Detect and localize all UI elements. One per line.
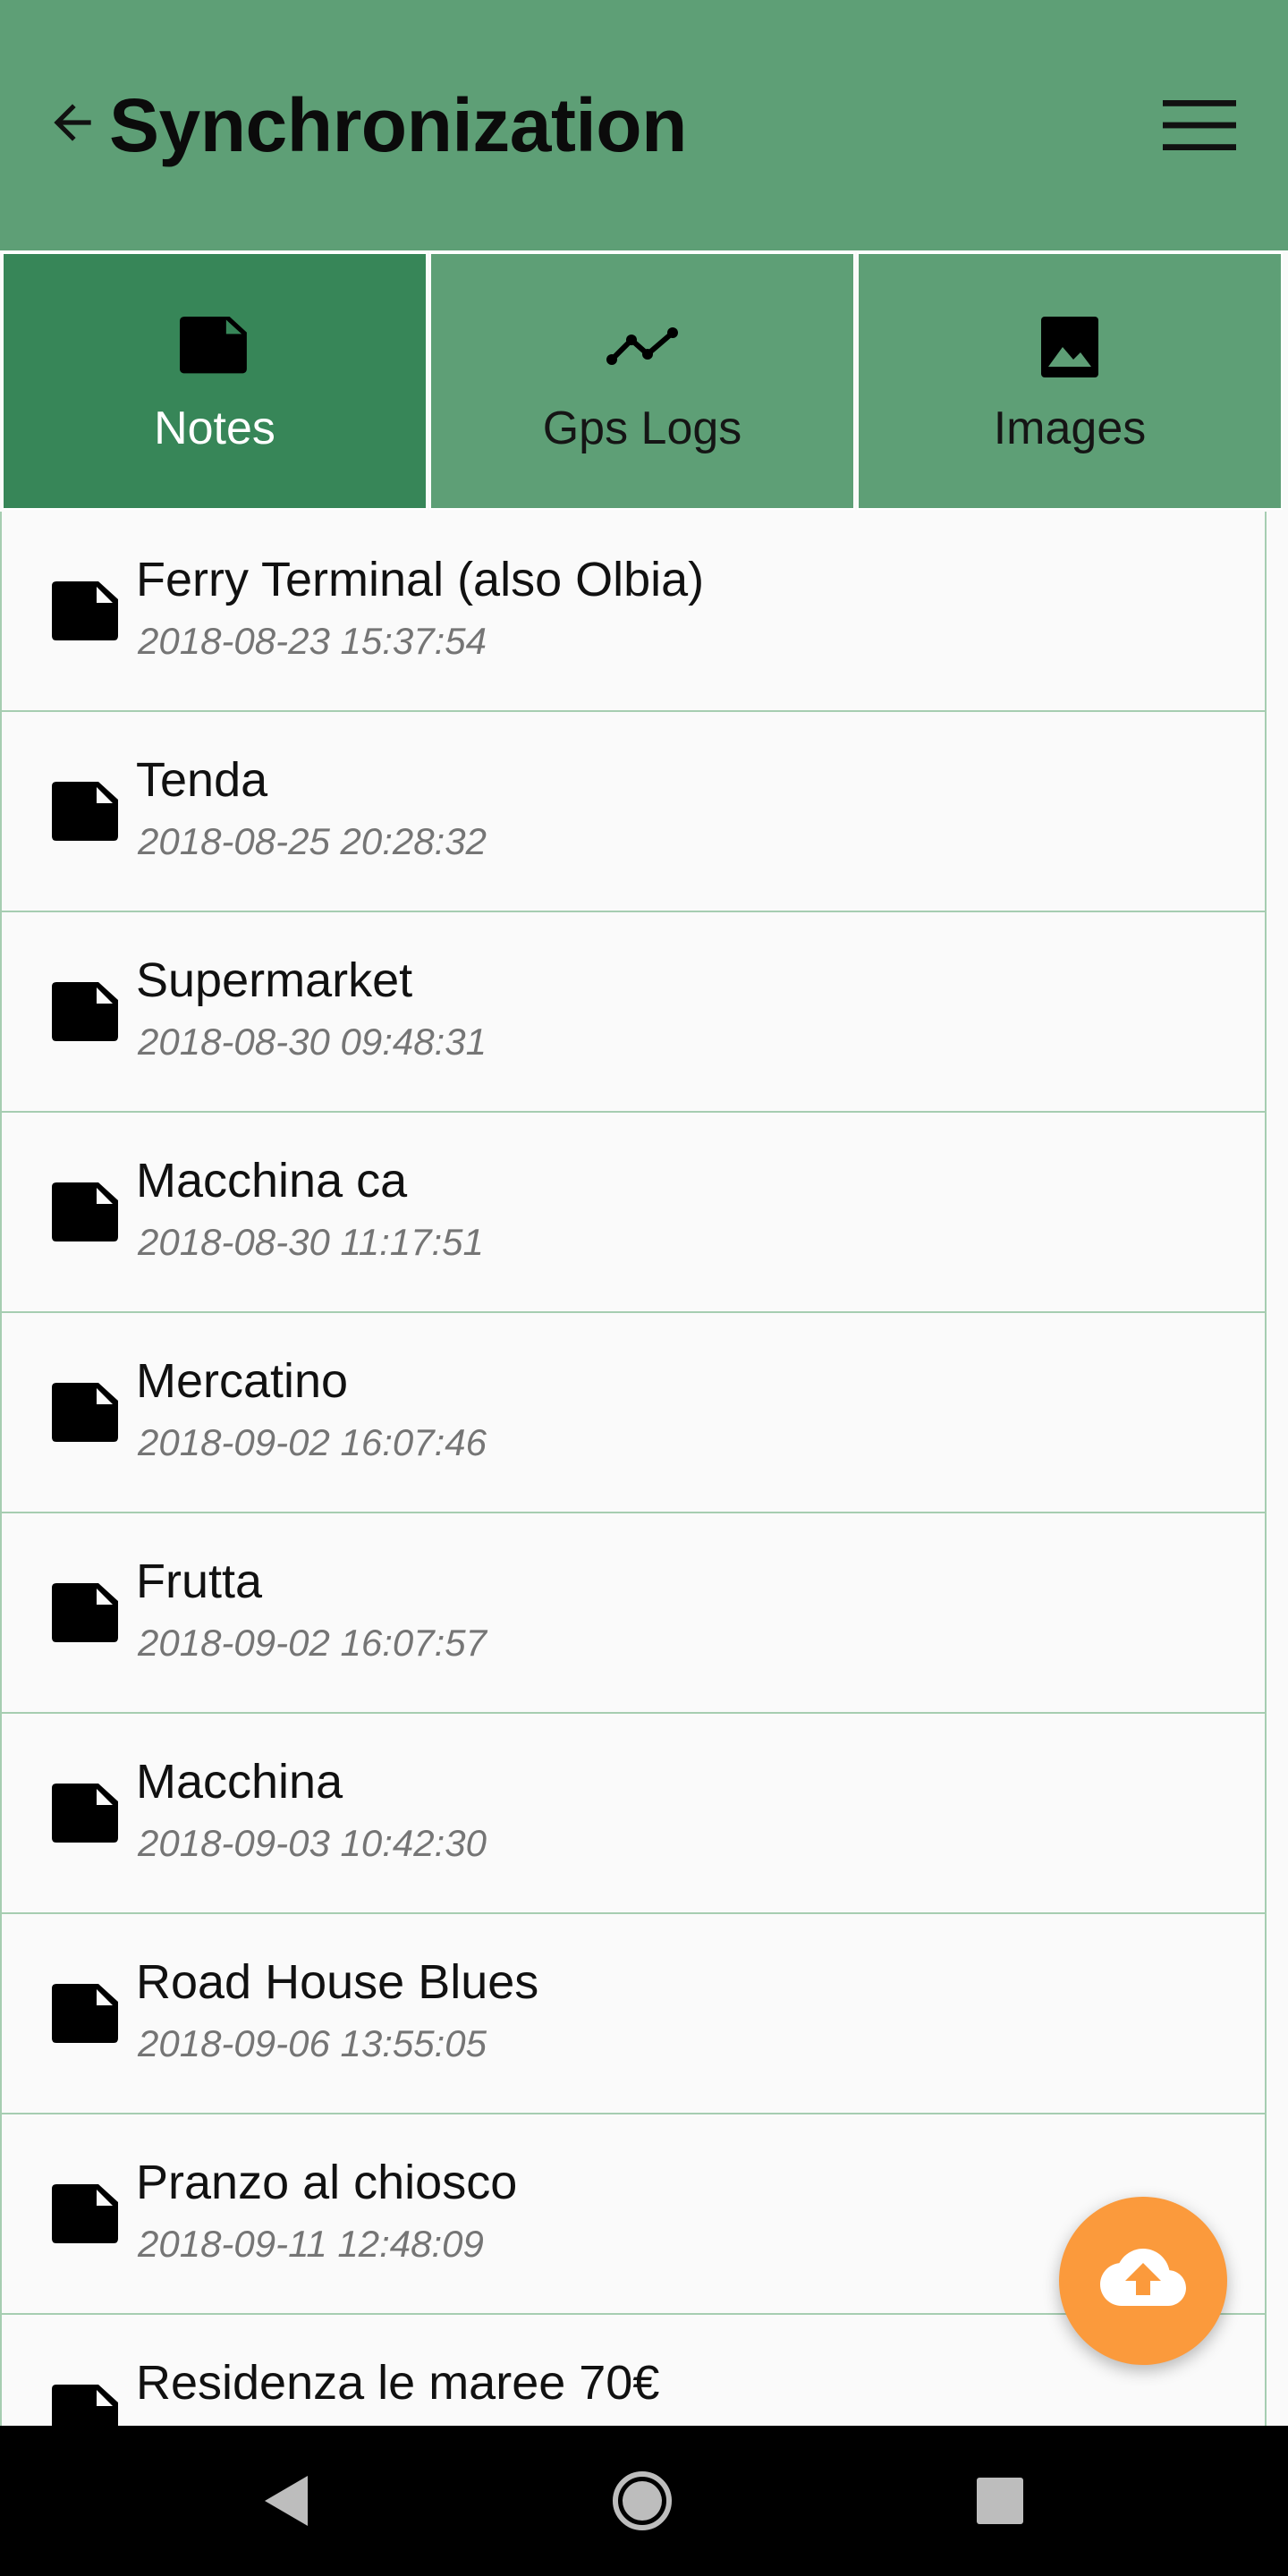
arrow-back-icon[interactable] [45, 95, 100, 150]
image-icon [1041, 317, 1098, 377]
recents-icon[interactable] [962, 2463, 1038, 2538]
note-date: 2018-09-03 10:42:30 [138, 1822, 487, 1864]
tab-images[interactable]: Images [857, 252, 1283, 510]
cloud-upload-icon [1100, 2249, 1186, 2306]
app-bar: Synchronization [0, 0, 1288, 250]
list-item[interactable]: Macchina 2018-09-03 10:42:30 [0, 1714, 1267, 1914]
system-navigation-bar [0, 2426, 1288, 2576]
tab-label: Gps Logs [542, 402, 742, 454]
note-icon [52, 1182, 118, 1241]
note-icon [52, 1984, 118, 2043]
page-title: Synchronization [109, 83, 687, 167]
tab-label: Images [993, 402, 1147, 454]
note-date: 2018-09-11 12:48:09 [138, 2223, 484, 2265]
tab-notes[interactable]: Notes [2, 252, 428, 510]
note-date: 2018-09-02 16:07:57 [138, 1622, 487, 1664]
note-date: 2018-08-30 11:17:51 [138, 1221, 484, 1263]
note-date: 2018-09-02 16:07:46 [138, 1421, 487, 1463]
note-title: Road House Blues [136, 1955, 539, 2009]
note-title: Mercatino [136, 1354, 349, 1408]
note-title: Frutta [136, 1555, 263, 1608]
list-item[interactable]: Road House Blues 2018-09-06 13:55:05 [0, 1914, 1267, 2114]
list-item[interactable]: Supermarket 2018-08-30 09:48:31 [0, 912, 1267, 1113]
note-date: 2018-08-30 09:48:31 [138, 1021, 487, 1063]
note-title: Ferry Terminal (also Olbia) [136, 553, 705, 606]
note-icon [180, 317, 247, 374]
tab-label: Notes [154, 402, 275, 454]
list-item[interactable]: Tenda 2018-08-25 20:28:32 [0, 712, 1267, 912]
note-title: Macchina ca [136, 1154, 408, 1208]
note-date: 2018-09-06 13:55:05 [138, 2022, 487, 2064]
timeline-icon [606, 327, 678, 365]
list-item[interactable]: Mercatino 2018-09-02 16:07:46 [0, 1313, 1267, 1513]
home-icon[interactable] [605, 2463, 680, 2538]
list-item[interactable]: Macchina ca 2018-08-30 11:17:51 [0, 1113, 1267, 1313]
upload-fab[interactable] [1059, 2197, 1227, 2365]
tab-gps-logs[interactable]: Gps Logs [429, 252, 855, 510]
tab-bar: Notes Gps Logs Images [0, 250, 1288, 512]
back-icon[interactable] [252, 2463, 327, 2538]
note-icon [52, 982, 118, 1041]
note-date: 2018-08-23 15:37:54 [138, 620, 487, 662]
note-icon [52, 1383, 118, 1442]
note-title: Residenza le maree 70€ [136, 2356, 660, 2410]
note-title: Macchina [136, 1755, 343, 1809]
notes-list: Ferry Terminal (also Olbia) 2018-08-23 15… [0, 512, 1267, 2426]
note-icon [52, 1583, 118, 1642]
list-item[interactable]: Ferry Terminal (also Olbia) 2018-08-23 15… [0, 512, 1267, 712]
note-icon [52, 1784, 118, 1843]
note-icon [52, 581, 118, 640]
note-icon [52, 2184, 118, 2243]
note-date: 2018-08-25 20:28:32 [138, 820, 487, 862]
note-icon [52, 782, 118, 841]
hamburger-menu-icon[interactable] [1163, 100, 1236, 150]
note-icon [52, 2385, 118, 2426]
list-item[interactable]: Frutta 2018-09-02 16:07:57 [0, 1513, 1267, 1714]
note-title: Pranzo al chiosco [136, 2156, 518, 2209]
note-title: Tenda [136, 753, 268, 807]
note-title: Supermarket [136, 953, 413, 1007]
